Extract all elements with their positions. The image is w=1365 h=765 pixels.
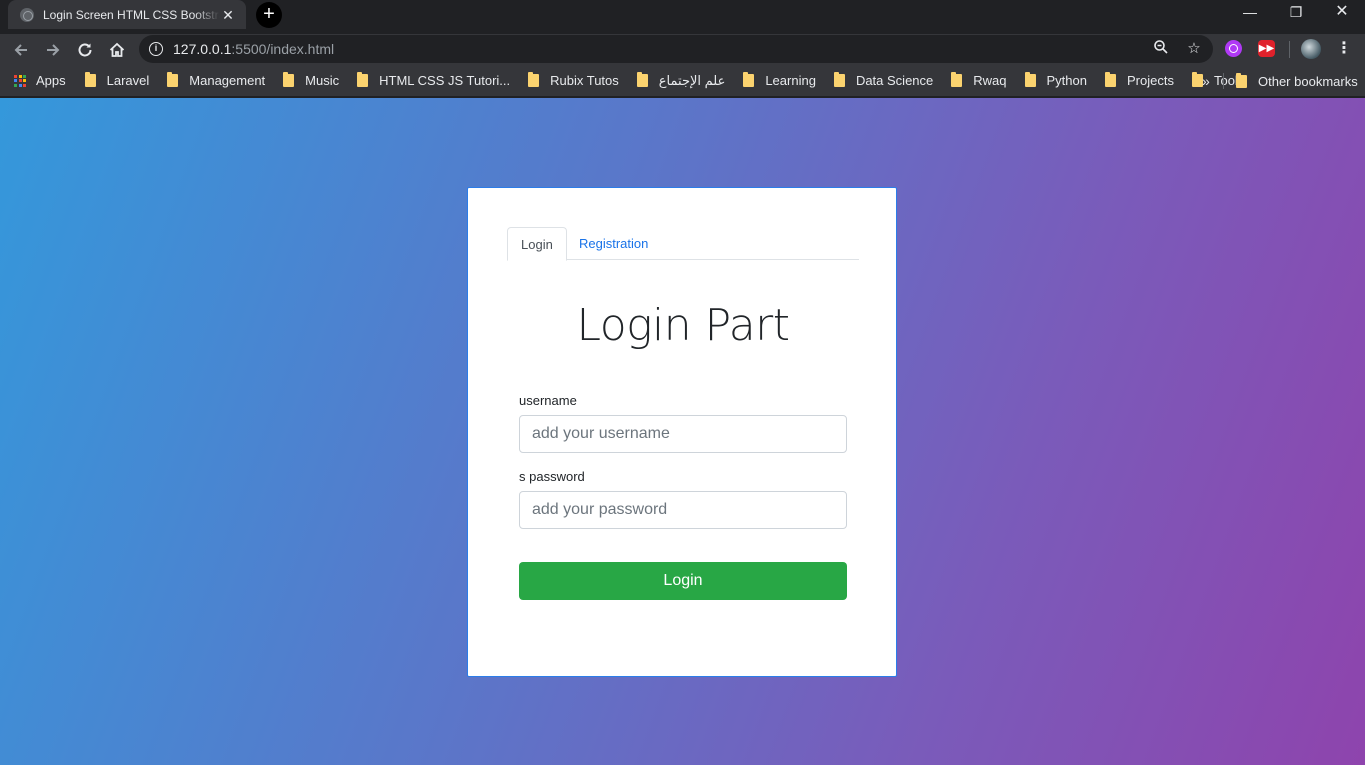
bookmark-label: Learning bbox=[765, 73, 816, 88]
extension-icon[interactable] bbox=[1225, 40, 1242, 57]
other-bookmarks-label: Other bookmarks bbox=[1258, 73, 1358, 89]
bookmark-apps[interactable]: Apps bbox=[14, 67, 76, 95]
reload-button[interactable] bbox=[72, 37, 98, 63]
bookmark-label: Rubix Tutos bbox=[550, 73, 619, 88]
page-background: Login Registration Login Part username s… bbox=[0, 98, 1365, 765]
browser-menu-icon[interactable]: ⋮ bbox=[1334, 39, 1354, 59]
new-tab-button[interactable]: + bbox=[256, 2, 282, 28]
bookmark-label: Python bbox=[1046, 73, 1087, 88]
bookmark-label: Data Science bbox=[855, 73, 934, 88]
bookmark-folder[interactable]: Learning bbox=[743, 67, 826, 95]
bookmark-folder[interactable]: Projects bbox=[1105, 67, 1184, 95]
bookmark-folder[interactable]: Python bbox=[1024, 67, 1097, 95]
globe-icon bbox=[20, 7, 34, 22]
bookmark-folder[interactable]: Laravel bbox=[84, 67, 160, 95]
folder-icon bbox=[636, 72, 648, 87]
back-button[interactable] bbox=[8, 37, 34, 63]
browser-tab-strip: Login Screen HTML CSS Bootstrap ✕ + — ❐ … bbox=[0, 0, 1365, 34]
browser-tab-title: Login Screen HTML CSS Bootstrap bbox=[43, 7, 220, 22]
folder-icon bbox=[833, 72, 845, 87]
bookmark-label: علم الإجتماع bbox=[658, 72, 726, 88]
folder-icon bbox=[167, 72, 179, 87]
login-button[interactable]: Login bbox=[519, 562, 847, 600]
extension-icon[interactable]: ▶▶ bbox=[1258, 40, 1275, 57]
browser-toolbar: i 127.0.0.1:5500/index.html ☆ ▶▶ ⋮ bbox=[0, 34, 1365, 65]
login-card: Login Registration Login Part username s… bbox=[467, 187, 897, 677]
zoom-icon[interactable] bbox=[1151, 39, 1171, 59]
bookmark-label: Laravel bbox=[106, 73, 150, 88]
profile-avatar[interactable] bbox=[1301, 39, 1321, 59]
bookmark-label: Management bbox=[189, 73, 266, 88]
folder-icon bbox=[951, 72, 963, 87]
reload-icon bbox=[78, 43, 92, 57]
folder-icon bbox=[528, 72, 540, 87]
username-label: username bbox=[519, 393, 577, 408]
password-input[interactable] bbox=[519, 491, 847, 529]
address-path: :5500/index.html bbox=[231, 41, 335, 57]
forward-button[interactable] bbox=[40, 37, 66, 63]
arrow-left-icon bbox=[14, 44, 27, 56]
address-bar[interactable]: i 127.0.0.1:5500/index.html ☆ bbox=[139, 35, 1213, 63]
bookmark-label: Music bbox=[305, 73, 340, 88]
address-host: 127.0.0.1 bbox=[173, 41, 232, 57]
bookmark-label: Apps bbox=[36, 73, 66, 88]
folder-icon bbox=[1105, 72, 1116, 87]
bookmarks-overflow-button[interactable]: » bbox=[1202, 65, 1210, 97]
arrow-right-icon bbox=[47, 44, 60, 56]
folder-icon bbox=[357, 72, 369, 87]
folder-icon bbox=[743, 72, 755, 87]
toolbar-divider bbox=[1289, 41, 1290, 58]
apps-grid-icon bbox=[14, 74, 26, 87]
bookmark-folder[interactable]: Data Science bbox=[833, 67, 943, 95]
folder-icon bbox=[1024, 72, 1036, 87]
bookmark-folder[interactable]: Management bbox=[167, 67, 275, 95]
bookmark-label: Rwaq bbox=[973, 73, 1007, 88]
folder-icon bbox=[1236, 72, 1247, 88]
bookmark-folder[interactable]: HTML CSS JS Tutori... bbox=[357, 67, 520, 95]
close-tab-icon[interactable]: ✕ bbox=[220, 7, 236, 23]
bookmark-folder[interactable]: علم الإجتماع bbox=[636, 67, 736, 95]
home-icon bbox=[109, 42, 125, 57]
bookmark-label: HTML CSS JS Tutori... bbox=[379, 73, 511, 88]
password-label: s password bbox=[519, 469, 585, 484]
bookmark-folder[interactable]: Rwaq bbox=[951, 67, 1016, 95]
folder-icon bbox=[283, 72, 295, 87]
folder-icon bbox=[84, 72, 96, 87]
form-tabs: Login Registration bbox=[507, 227, 859, 261]
home-button[interactable] bbox=[104, 37, 130, 63]
other-bookmarks[interactable]: Other bookmarks bbox=[1236, 65, 1365, 97]
bookmark-folder[interactable]: Music bbox=[283, 67, 349, 95]
username-input[interactable] bbox=[519, 415, 847, 453]
address-url[interactable]: 127.0.0.1:5500/index.html bbox=[173, 41, 334, 57]
bookmarks-divider bbox=[1223, 73, 1224, 89]
site-info-icon[interactable]: i bbox=[149, 42, 163, 56]
tab-registration[interactable]: Registration bbox=[566, 227, 661, 260]
star-bookmark-icon[interactable]: ☆ bbox=[1184, 39, 1204, 59]
minimize-window-button[interactable]: — bbox=[1227, 0, 1273, 28]
bookmark-label: Projects bbox=[1127, 73, 1174, 88]
bookmark-folder[interactable]: Rubix Tutos bbox=[528, 67, 629, 95]
browser-tab[interactable]: Login Screen HTML CSS Bootstrap ✕ bbox=[8, 0, 246, 29]
page-title: Login Part bbox=[576, 300, 790, 351]
close-window-button[interactable]: ✕ bbox=[1319, 0, 1365, 28]
tab-login[interactable]: Login bbox=[507, 227, 567, 261]
bookmarks-bar: Apps Laravel Management Music HTML CSS J… bbox=[0, 65, 1365, 97]
restore-window-button[interactable]: ❐ bbox=[1273, 0, 1319, 28]
